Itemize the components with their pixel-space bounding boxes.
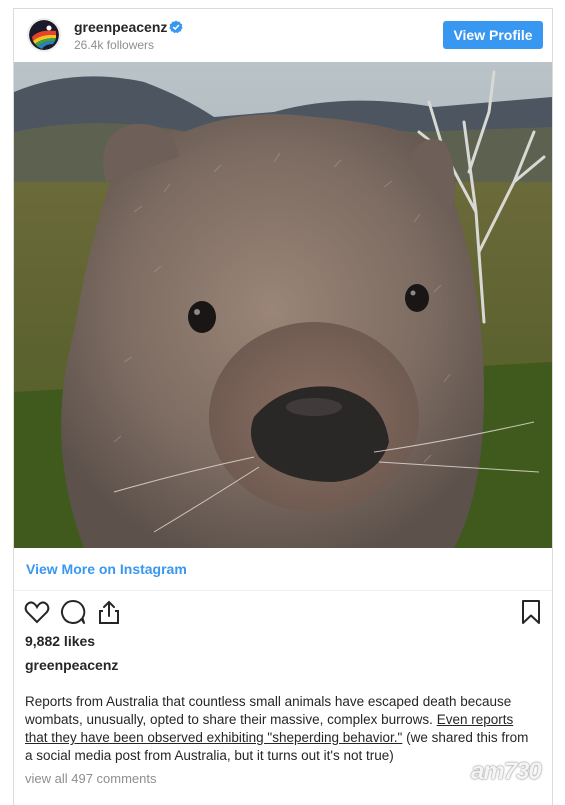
post-image-wombat[interactable]: [14, 62, 552, 548]
divider: [14, 590, 552, 591]
avatar[interactable]: [27, 18, 61, 52]
comment-icon[interactable]: [59, 598, 87, 626]
view-more-on-instagram-link[interactable]: View More on Instagram: [26, 561, 187, 577]
bookmark-icon[interactable]: [517, 598, 545, 626]
post-header: greenpeacenz 26.4k followers View Profil…: [14, 9, 552, 62]
username[interactable]: greenpeacenz: [74, 19, 167, 35]
heart-icon[interactable]: [23, 598, 51, 626]
action-bar: [14, 596, 552, 630]
like-count[interactable]: 9,882 likes: [25, 633, 95, 649]
view-profile-button[interactable]: View Profile: [443, 21, 543, 49]
share-icon[interactable]: [95, 598, 123, 626]
follower-count: 26.4k followers: [74, 38, 155, 52]
post-caption: Reports from Australia that countless sm…: [25, 693, 537, 765]
view-comments-link[interactable]: view all 497 comments: [25, 771, 157, 786]
instagram-embed-card: greenpeacenz 26.4k followers View Profil…: [13, 8, 553, 805]
verified-badge-icon: [169, 20, 183, 34]
watermark-logo: am730: [471, 758, 542, 785]
caption-username[interactable]: greenpeacenz: [25, 657, 118, 673]
